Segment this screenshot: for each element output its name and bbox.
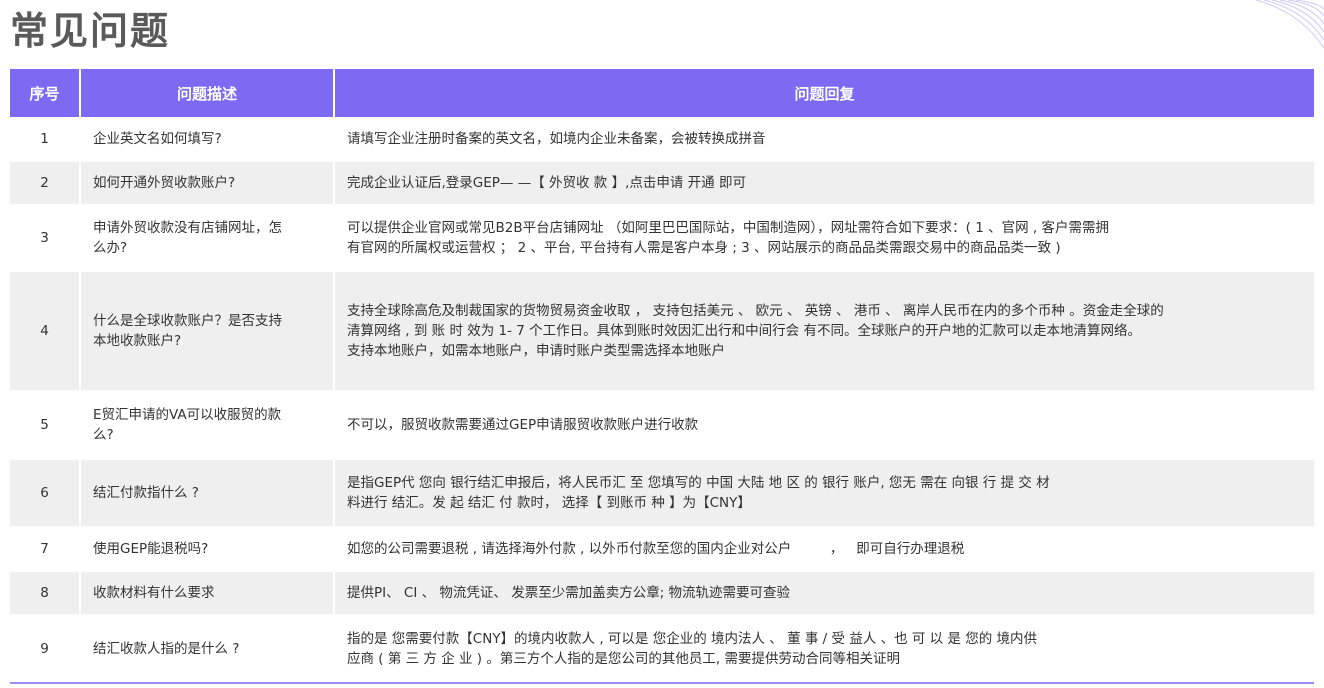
- row-question: 结汇收款人指的是什么 ?: [80, 615, 335, 684]
- table-row: 7 使用GEP能退税吗? 如您的公司需要退税 , 请选择海外付款 , 以外币付款…: [10, 527, 1314, 572]
- row-question: 收款材料有什么要求: [80, 571, 335, 616]
- row-answer: 完成企业认证后,登录GEP— —【 外贸收 款 】,点击申请 开通 即可: [334, 161, 1314, 206]
- row-number: 2: [10, 161, 81, 206]
- table-row: 5 E贸汇申请的VA可以收服贸的款 么? 不可以，服贸收款需要通过GEP申请服贸…: [10, 391, 1314, 460]
- table-row: 8 收款材料有什么要求 提供PI、 CI 、 物流凭证、 发票至少需加盖卖方公章…: [10, 571, 1314, 616]
- row-question: 如何开通外贸收款账户?: [80, 161, 335, 206]
- row-answer: 提供PI、 CI 、 物流凭证、 发票至少需加盖卖方公章; 物流轨迹需要可查验: [334, 571, 1314, 616]
- row-number: 6: [10, 459, 81, 528]
- table-row: 3 申请外贸收款没有店铺网址，怎 么办? 可以提供企业官网或常见B2B平台店铺网…: [10, 205, 1314, 272]
- row-number: 8: [10, 571, 81, 616]
- row-question: 使用GEP能退税吗?: [80, 527, 335, 572]
- row-question: 结汇付款指什么 ?: [80, 459, 335, 528]
- row-number: 4: [10, 271, 81, 392]
- header-question: 问题描述: [80, 69, 335, 117]
- row-answer: 支持全球除高危及制裁国家的货物贸易资金收取 ， 支持包括美元 、 欧元 、 英镑…: [334, 271, 1314, 392]
- row-answer: 不可以，服贸收款需要通过GEP申请服贸收款账户进行收款: [334, 391, 1314, 460]
- table-row: 4 什么是全球收款账户？是否支持 本地收款账户? 支持全球除高危及制裁国家的货物…: [10, 271, 1314, 392]
- corner-stripes-decoration: [1255, 0, 1324, 49]
- row-answer: 是指GEP代 您向 银行结汇申报后，将人民币汇 至 您填写的 中国 大陆 地 区…: [334, 459, 1314, 528]
- header-number: 序号: [10, 69, 81, 117]
- table-row: 6 结汇付款指什么 ? 是指GEP代 您向 银行结汇申报后，将人民币汇 至 您填…: [10, 459, 1314, 528]
- row-question: 什么是全球收款账户？是否支持 本地收款账户?: [80, 271, 335, 392]
- row-number: 7: [10, 527, 81, 572]
- row-number: 5: [10, 391, 81, 460]
- row-answer: 如您的公司需要退税 , 请选择海外付款 , 以外币付款至您的国内企业对公户 ， …: [334, 527, 1314, 572]
- row-number: 3: [10, 205, 81, 272]
- row-answer: 指的是 您需要付款【CNY】的境内收款人 , 可以是 您企业的 境内法人 、 董…: [334, 615, 1314, 684]
- faq-table: 序号 问题描述 问题回复 1 企业英文名如何填写? 请填写企业注册时备案的英文名…: [10, 69, 1314, 684]
- header-answer: 问题回复: [334, 69, 1314, 117]
- table-row: 9 结汇收款人指的是什么 ? 指的是 您需要付款【CNY】的境内收款人 , 可以…: [10, 615, 1314, 684]
- table-row: 1 企业英文名如何填写? 请填写企业注册时备案的英文名，如境内企业未备案，会被转…: [10, 117, 1314, 162]
- page-title: 常见问题: [10, 9, 171, 53]
- row-question: 企业英文名如何填写?: [80, 117, 335, 162]
- table-header-row: 序号 问题描述 问题回复: [10, 69, 1314, 117]
- row-question: 申请外贸收款没有店铺网址，怎 么办?: [80, 205, 335, 272]
- row-question: E贸汇申请的VA可以收服贸的款 么?: [80, 391, 335, 460]
- row-answer: 请填写企业注册时备案的英文名，如境内企业未备案，会被转换成拼音: [334, 117, 1314, 162]
- row-number: 9: [10, 615, 81, 684]
- row-answer: 可以提供企业官网或常见B2B平台店铺网址 （如阿里巴巴国际站，中国制造网），网址…: [334, 205, 1314, 272]
- table-row: 2 如何开通外贸收款账户? 完成企业认证后,登录GEP— —【 外贸收 款 】,…: [10, 161, 1314, 206]
- row-number: 1: [10, 117, 81, 162]
